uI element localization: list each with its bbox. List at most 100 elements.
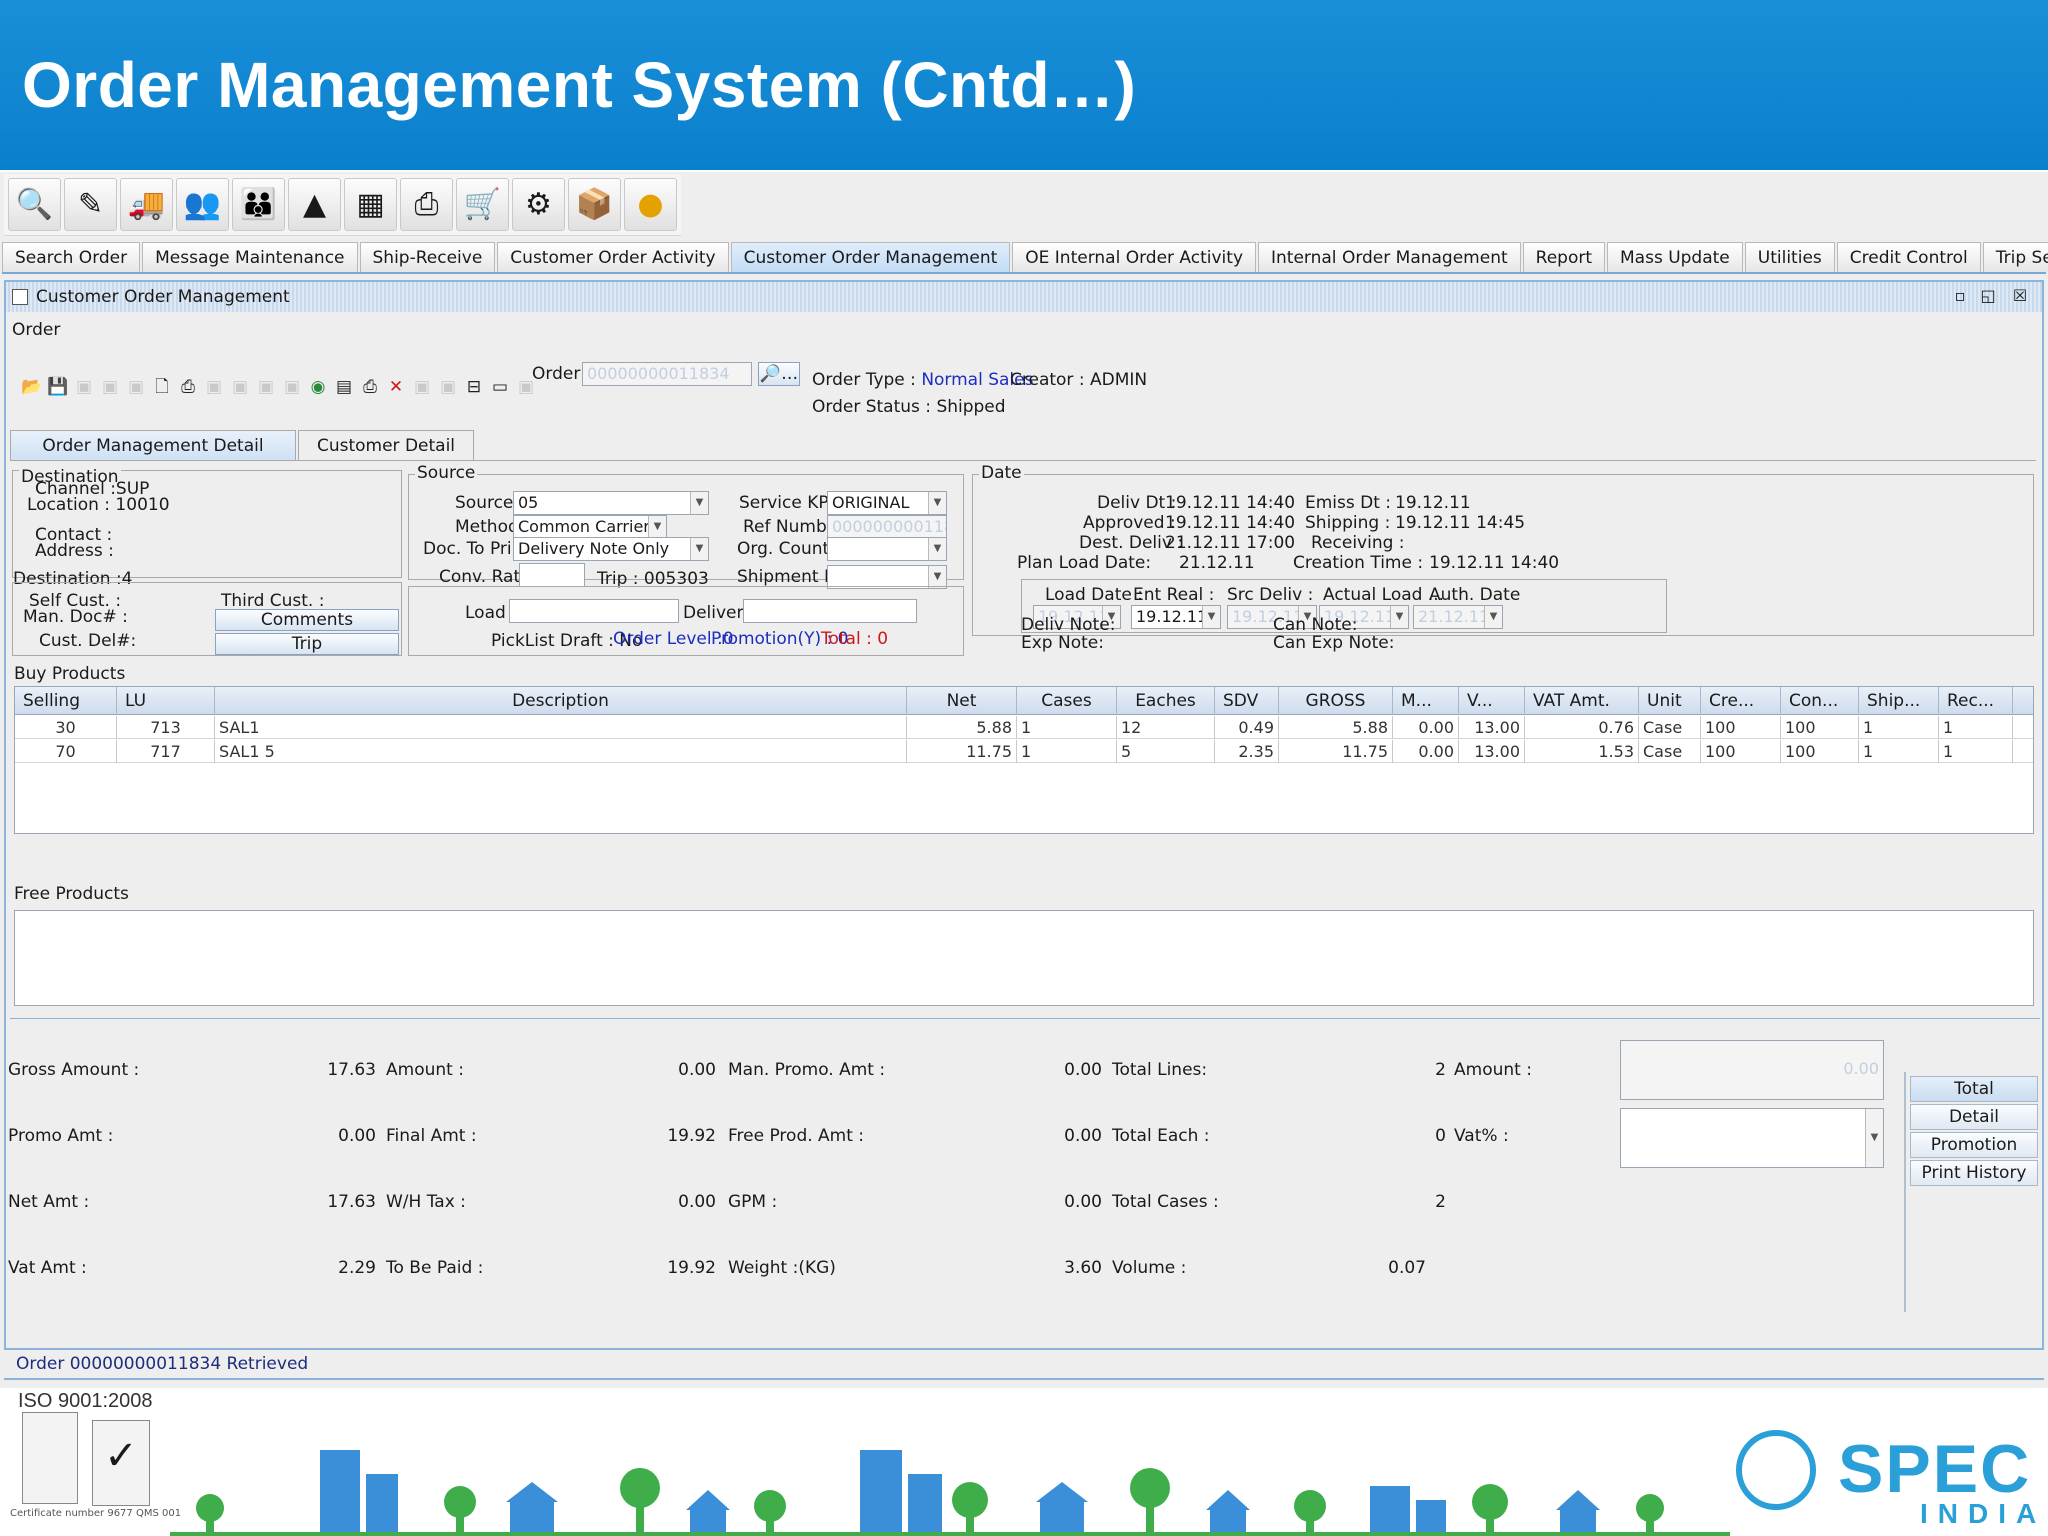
- chevron-down-icon[interactable]: ▼: [928, 492, 946, 514]
- auth-date-field[interactable]: 21.12.11 ▼: [1413, 605, 1503, 629]
- close-icon[interactable]: ☒: [2010, 286, 2030, 306]
- free-products-table[interactable]: [14, 910, 2034, 1006]
- search-doc-icon[interactable]: 🔍: [8, 178, 61, 231]
- creation-time-label: Creation Time :: [1293, 553, 1424, 573]
- building-icon[interactable]: ▦: [344, 178, 397, 231]
- calculator-icon[interactable]: ▤: [332, 374, 356, 400]
- doc-to-print-select[interactable]: Delivery Note Only ▼: [513, 537, 709, 561]
- maximize-icon[interactable]: ◱: [1978, 286, 1998, 306]
- promotion-button[interactable]: Promotion: [1910, 1132, 2038, 1158]
- tab-message-maintenance[interactable]: Message Maintenance: [142, 242, 358, 272]
- org-country-select[interactable]: ▼: [827, 537, 947, 561]
- edit-icon[interactable]: ✎: [64, 178, 117, 231]
- chevron-down-icon[interactable]: ▼: [928, 538, 946, 560]
- order-number-field[interactable]: 00000000011834: [582, 362, 752, 386]
- table-row[interactable]: 30 713 SAL1 5.88 1 12 0.49 5.88 0.00 13.…: [15, 716, 2033, 739]
- chevron-down-icon[interactable]: ▼: [1484, 606, 1502, 628]
- splitter[interactable]: [10, 1018, 2040, 1022]
- coin-icon[interactable]: ●: [624, 178, 677, 231]
- chevron-down-icon[interactable]: ▼: [690, 492, 708, 514]
- destination-group: Destination Channel :SUP Location : 1001…: [12, 467, 402, 589]
- service-kpi-select[interactable]: ORIGINAL ▼: [827, 491, 947, 515]
- order-lookup-button[interactable]: 🔎…: [758, 362, 800, 386]
- globe-icon[interactable]: ◉: [306, 374, 330, 400]
- col-con[interactable]: Con...: [1781, 687, 1859, 715]
- chevron-down-icon[interactable]: ▼: [690, 538, 708, 560]
- printer-icon[interactable]: ⎙: [400, 178, 453, 231]
- amount-right-field[interactable]: 0.00: [1620, 1040, 1884, 1100]
- col-unit[interactable]: Unit: [1639, 687, 1701, 715]
- detail-button[interactable]: Detail: [1910, 1104, 2038, 1130]
- tab-trip-search[interactable]: Trip Search: [1982, 242, 2048, 272]
- tab-search-order[interactable]: Search Order: [2, 242, 141, 272]
- truck-icon[interactable]: 🚚: [120, 178, 173, 231]
- tab-ship-receive[interactable]: Ship-Receive: [359, 242, 496, 272]
- tab-utilities[interactable]: Utilities: [1744, 242, 1835, 272]
- source-select[interactable]: 05 ▼: [513, 491, 709, 515]
- total-button[interactable]: Total: [1910, 1076, 2038, 1102]
- users-group-icon[interactable]: 👪: [232, 178, 285, 231]
- tab-credit-control[interactable]: Credit Control: [1836, 242, 1981, 272]
- print-history-button[interactable]: Print History: [1910, 1160, 2038, 1186]
- col-ship[interactable]: Ship...: [1859, 687, 1939, 715]
- col-eaches[interactable]: Eaches: [1117, 687, 1215, 715]
- document-icon[interactable]: 🗋: [150, 374, 174, 400]
- minimize-icon[interactable]: ▫: [1950, 286, 1970, 306]
- tab-report[interactable]: Report: [1522, 242, 1605, 272]
- window-icon[interactable]: ▭: [488, 374, 512, 400]
- chevron-down-icon[interactable]: ▼: [1202, 606, 1220, 628]
- vat-percent-select[interactable]: ▼: [1620, 1108, 1884, 1168]
- settings-icon[interactable]: ⚙: [512, 178, 565, 231]
- col-selling[interactable]: Selling: [15, 687, 117, 715]
- col-sdv[interactable]: SDV: [1215, 687, 1279, 715]
- cell-description: SAL1: [215, 716, 907, 739]
- tab-customer-order-activity[interactable]: Customer Order Activity: [497, 242, 729, 272]
- ref-number-field[interactable]: 00000000011833: [827, 515, 947, 539]
- col-vat-amt[interactable]: VAT Amt.: [1525, 687, 1639, 715]
- chevron-down-icon[interactable]: ▼: [928, 566, 946, 588]
- delete-icon[interactable]: ✕: [384, 374, 408, 400]
- tab-customer-detail[interactable]: Customer Detail: [298, 430, 474, 460]
- chevron-down-icon[interactable]: ▼: [1390, 606, 1408, 628]
- col-m[interactable]: M...: [1393, 687, 1459, 715]
- comments-button[interactable]: Comments: [215, 609, 399, 631]
- cart-icon[interactable]: 🛒: [456, 178, 509, 231]
- col-description[interactable]: Description: [215, 687, 907, 715]
- trip-button[interactable]: Trip: [215, 633, 399, 655]
- tab-order-management-detail[interactable]: Order Management Detail: [10, 430, 296, 460]
- col-cases[interactable]: Cases: [1017, 687, 1117, 715]
- table-row[interactable]: 70 717 SAL1 5 11.75 1 5 2.35 11.75 0.00 …: [15, 740, 2033, 763]
- tab-internal-order-management[interactable]: Internal Order Management: [1258, 242, 1521, 272]
- col-cre[interactable]: Cre...: [1701, 687, 1781, 715]
- fax-icon[interactable]: ⊟: [462, 374, 486, 400]
- tab-oe-internal-order-activity[interactable]: OE Internal Order Activity: [1012, 242, 1257, 272]
- col-lu[interactable]: LU: [117, 687, 215, 715]
- promo-amt-label: Promo Amt :: [8, 1126, 114, 1146]
- approved-value: 19.12.11 14:40: [1165, 513, 1296, 533]
- print-alt-icon[interactable]: ⎙: [358, 374, 382, 400]
- tab-mass-update[interactable]: Mass Update: [1607, 242, 1743, 272]
- order-menu[interactable]: Order: [12, 320, 60, 340]
- total-cases-value: 2: [1435, 1192, 1446, 1212]
- users-icon[interactable]: 👥: [176, 178, 229, 231]
- doc-to-print-value: Delivery Note Only: [518, 539, 670, 558]
- disabled-tool-icon: ▣: [283, 377, 301, 397]
- delivery-icon[interactable]: 📦: [568, 178, 621, 231]
- delivery-field[interactable]: [743, 599, 917, 623]
- col-gross[interactable]: GROSS: [1279, 687, 1393, 715]
- print-icon[interactable]: ⎙: [176, 374, 200, 400]
- chevron-down-icon[interactable]: ▼: [648, 516, 666, 538]
- method-select[interactable]: Common Carrier ▼: [513, 515, 667, 539]
- open-folder-icon[interactable]: 📂: [20, 374, 44, 400]
- shapes-icon[interactable]: ▲: [288, 178, 341, 231]
- save-icon[interactable]: 💾: [46, 374, 70, 400]
- cell-net: 11.75: [907, 740, 1017, 763]
- col-net[interactable]: Net: [907, 687, 1017, 715]
- load-field[interactable]: [509, 599, 679, 623]
- chevron-down-icon[interactable]: ▼: [1865, 1109, 1883, 1167]
- tab-customer-order-management[interactable]: Customer Order Management: [730, 242, 1011, 272]
- ent-real-field[interactable]: 19.12.11 ▼: [1131, 605, 1221, 629]
- conv-rate-field[interactable]: [519, 563, 585, 587]
- col-rec[interactable]: Rec...: [1939, 687, 2013, 715]
- col-v[interactable]: V...: [1459, 687, 1525, 715]
